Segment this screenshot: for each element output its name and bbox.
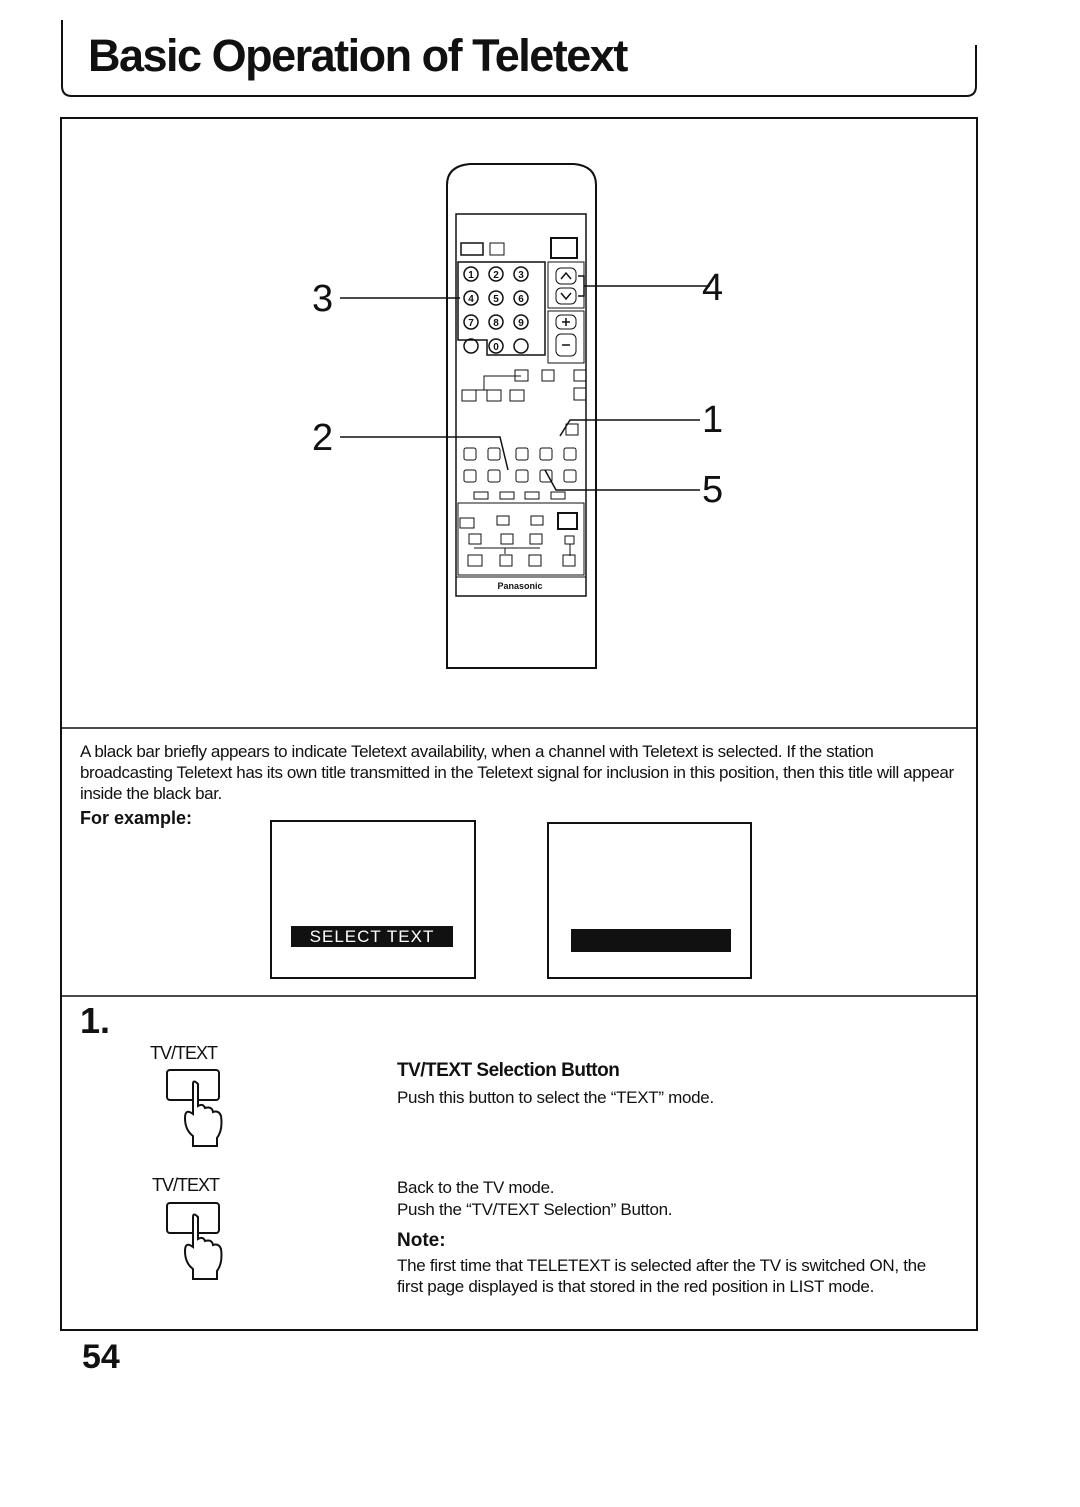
digit-1: 1 [468,270,474,281]
callout-1: 1 [702,399,724,441]
black-bar [571,929,731,952]
remote-brand-logo: Panasonic [497,581,542,591]
step-number: 1. [80,1000,111,1041]
tv-text-button-label: TV/TEXT [150,1043,218,1063]
instruction-text: Push this button to select the “TEXT” mo… [397,1088,714,1107]
tv-screen-example-blank [547,822,752,979]
note-heading: Note: [397,1230,446,1251]
page-title: Basic Operation of Teletext [88,30,628,81]
digit-4: 4 [468,294,474,305]
remote-control-illustration [340,163,710,669]
callout-3: 3 [312,278,334,320]
for-example-label: For example: [80,808,193,828]
callout-2: 2 [312,417,334,459]
tv-screen-example-with-title: SELECT TEXT [270,820,476,979]
remote-keypad-digits: 1 2 3 4 5 6 7 8 9 0 Panasonic [463,266,543,591]
hand-press-icon [166,1202,223,1280]
callout-4: 4 [702,267,724,309]
section-heading: TV/TEXT Selection Button [397,1060,620,1081]
callout-5: 5 [702,469,724,511]
digit-9: 9 [518,318,524,329]
digit-7: 7 [468,318,474,329]
select-text-bar: SELECT TEXT [291,926,453,947]
back-instruction: Push the “TV/TEXT Selection” Button. [397,1200,673,1219]
digit-0: 0 [493,342,499,353]
digit-8: 8 [493,318,499,329]
tv-text-button-label: TV/TEXT [152,1175,220,1195]
intro-paragraph: A black bar briefly appears to indicate … [80,742,954,803]
back-text: Back to the TV mode. [397,1178,555,1197]
digit-3: 3 [518,270,524,281]
digit-2: 2 [493,270,499,281]
note-text: The first time that TELETEXT is selected… [397,1256,926,1296]
digit-5: 5 [493,294,499,305]
hand-press-icon [166,1069,223,1147]
digit-6: 6 [518,294,524,305]
page-number: 54 [82,1338,120,1376]
